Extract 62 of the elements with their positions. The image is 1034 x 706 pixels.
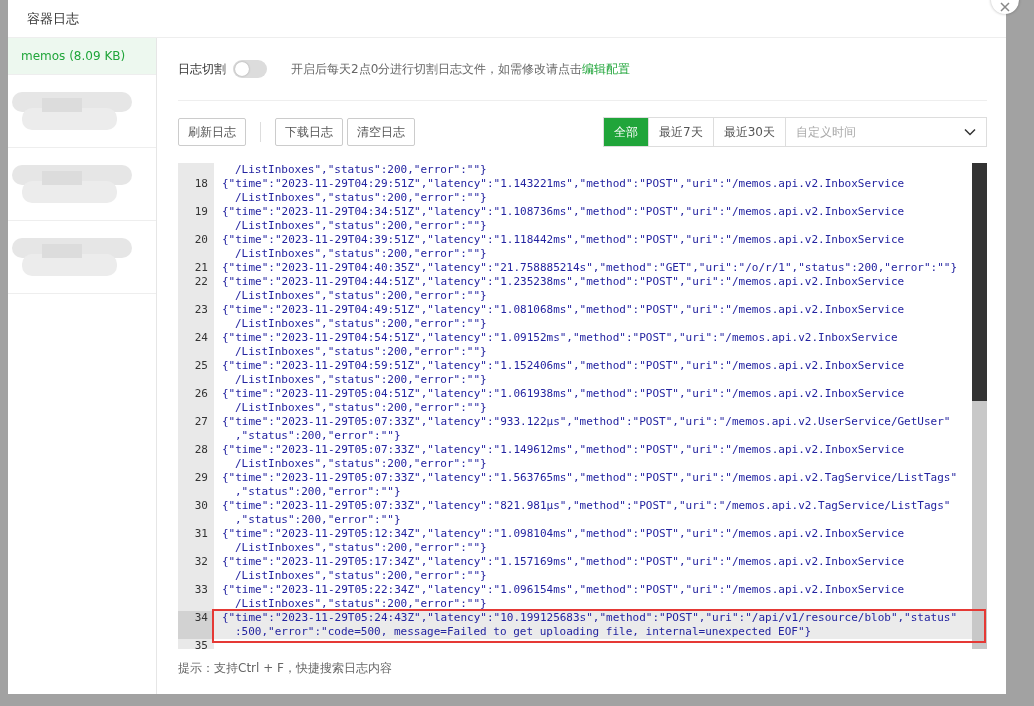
log-text: /ListInboxes","status":200,"error":""} xyxy=(234,401,488,415)
log-text: {"time":"2023-11-29T05:07:33Z","latency":"1.149612ms","method":"POST","uri":"/memos.api.v2.InboxService xyxy=(222,443,906,457)
log-text: {"time":"2023-11-29T04:49:51Z","latency":"1.081068ms","method":"POST","uri":"/memos.api.v2.InboxService xyxy=(222,303,906,317)
log-text: :500,"error":"code=500, message=Failed to get uploading file, internal=unexpected EOF"} xyxy=(234,625,813,639)
log-split-label: 日志切割 xyxy=(178,60,226,78)
line-number: 30 xyxy=(194,499,208,513)
log-text: ,"status":200,"error":""} xyxy=(234,513,402,527)
log-text: {"time":"2023-11-29T05:17:34Z","latency":"1.157169ms","method":"POST","uri":"/memos.api.v2.InboxService xyxy=(222,555,906,569)
log-text: /ListInboxes","status":200,"error":""} xyxy=(234,247,488,261)
dialog-title: 容器日志 xyxy=(27,9,79,28)
line-number: 33 xyxy=(194,583,208,597)
log-text: {"time":"2023-11-29T05:07:33Z","latency":"933.122µs","method":"POST","uri":"/memos.api.v2.UserService/GetUser" xyxy=(222,415,952,429)
log-text: {"time":"2023-11-29T05:12:34Z","latency":"1.098104ms","method":"POST","uri":"/memos.api.v2.InboxService xyxy=(222,527,906,541)
close-icon xyxy=(1000,2,1010,12)
log-text: /ListInboxes","status":200,"error":""} xyxy=(234,373,488,387)
line-number: 23 xyxy=(194,303,208,317)
log-text: /ListInboxes","status":200,"error":""} xyxy=(234,163,488,177)
log-text: /ListInboxes","status":200,"error":""} xyxy=(234,317,488,331)
log-text: ,"status":200,"error":""} xyxy=(234,485,402,499)
log-text: {"time":"2023-11-29T05:07:33Z","latency":"821.981µs","method":"POST","uri":"/memos.api.v2.TagService/ListTags" xyxy=(222,499,952,513)
log-text: /ListInboxes","status":200,"error":""} xyxy=(234,219,488,233)
line-number: 29 xyxy=(194,471,208,485)
log-text: {"time":"2023-11-29T04:44:51Z","latency":"1.235238ms","method":"POST","uri":"/memos.api.v2.InboxService xyxy=(222,275,906,289)
log-text: {"time":"2023-11-29T05:07:33Z","latency":"1.563765ms","method":"POST","uri":"/memos.api.v2.TagService/ListTags" xyxy=(222,471,959,485)
log-split-toggle[interactable] xyxy=(233,60,267,78)
log-text: /ListInboxes","status":200,"error":""} xyxy=(234,569,488,583)
line-number: 20 xyxy=(194,233,208,247)
log-text: {"time":"2023-11-29T04:29:51Z","latency":"1.143221ms","method":"POST","uri":"/memos.api.v2.InboxService xyxy=(222,177,906,191)
line-number: 19 xyxy=(194,205,208,219)
line-number: 24 xyxy=(194,331,208,345)
log-split-hint: 开启后每天2点0分进行切割日志文件，如需修改请点击编辑配置 xyxy=(291,60,631,78)
line-number: 34 xyxy=(194,611,208,625)
log-text: /ListInboxes","status":200,"error":""} xyxy=(234,457,488,471)
line-number: 27 xyxy=(194,415,208,429)
log-text: /ListInboxes","status":200,"error":""} xyxy=(234,597,488,611)
log-text: {"time":"2023-11-29T04:40:35Z","latency":"21.758885214s","method":"GET","uri":"/o/r/1","status":200,"error":""} xyxy=(222,261,959,275)
line-number: 26 xyxy=(194,387,208,401)
scrollbar[interactable] xyxy=(972,163,987,649)
line-number: 31 xyxy=(194,527,208,541)
line-number: 35 xyxy=(194,639,208,649)
log-text: /ListInboxes","status":200,"error":""} xyxy=(234,191,488,205)
log-text: {"time":"2023-11-29T04:39:51Z","latency":"1.118442ms","method":"POST","uri":"/memos.api.v2.InboxService xyxy=(222,233,906,247)
line-number: 21 xyxy=(194,261,208,275)
log-text: {"time":"2023-11-29T05:24:43Z","latency":"10.199125683s","method":"POST","uri":"/api/v1/resource/blob","status" xyxy=(222,611,959,625)
line-number: 28 xyxy=(194,443,208,457)
log-text: {"time":"2023-11-29T04:54:51Z","latency":"1.09152ms","method":"POST","uri":"/memos.api.v2.InboxService xyxy=(222,331,899,345)
log-text: ,"status":200,"error":""} xyxy=(234,429,402,443)
log-text: {"time":"2023-11-29T05:22:34Z","latency":"1.096154ms","method":"POST","uri":"/memos.api.v2.InboxService xyxy=(222,583,906,597)
line-number: 18 xyxy=(194,177,208,191)
line-number: 25 xyxy=(194,359,208,373)
log-text: /ListInboxes","status":200,"error":""} xyxy=(234,345,488,359)
tip-text: 提示：支持Ctrl + F，快捷搜索日志内容 xyxy=(178,660,393,677)
log-text: /ListInboxes","status":200,"error":""} xyxy=(234,541,488,555)
log-action-button[interactable]: 下载日志 xyxy=(275,118,343,146)
log-action-button[interactable]: 刷新日志 xyxy=(178,118,246,146)
log-text: /ListInboxes","status":200,"error":""} xyxy=(234,289,488,303)
log-text: {"time":"2023-11-29T04:59:51Z","latency":"1.152406ms","method":"POST","uri":"/memos.api.v2.InboxService xyxy=(222,359,906,373)
log-action-button[interactable]: 清空日志 xyxy=(347,118,415,146)
log-text: {"time":"2023-11-29T05:04:51Z","latency":"1.061938ms","method":"POST","uri":"/memos.api.v2.InboxService xyxy=(222,387,906,401)
line-number: 22 xyxy=(194,275,208,289)
line-number: 32 xyxy=(194,555,208,569)
log-text: {"time":"2023-11-29T04:34:51Z","latency":"1.108736ms","method":"POST","uri":"/memos.api.v2.InboxService xyxy=(222,205,906,219)
